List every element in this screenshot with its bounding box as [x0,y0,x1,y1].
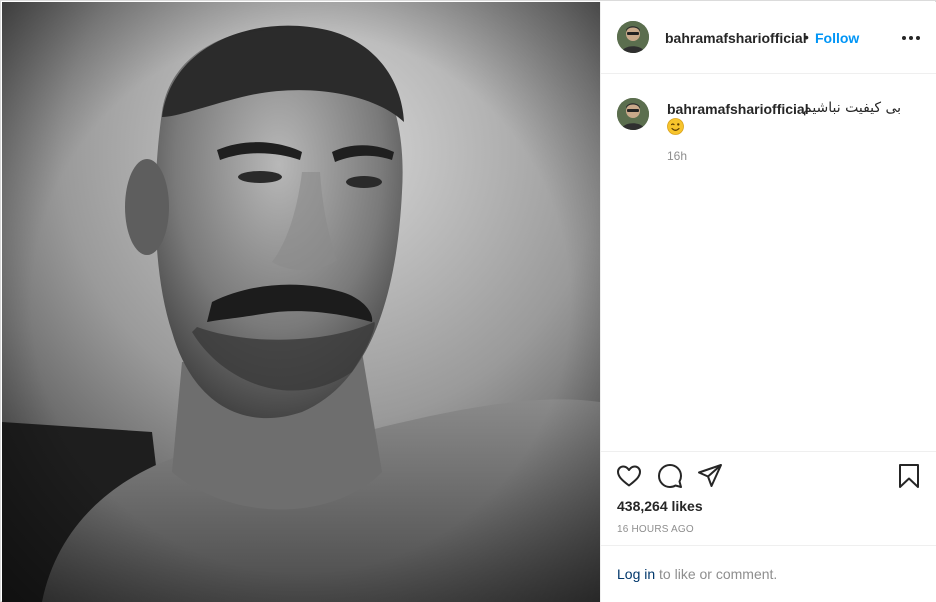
comment-icon[interactable] [656,462,684,490]
avatar-image [617,98,649,130]
wink-emoji-icon [667,118,684,135]
bookmark-icon[interactable] [895,462,923,490]
follow-separator: • [804,29,809,45]
more-options-icon[interactable] [899,28,923,48]
caption-text: بی کیفیت نباشیم [803,100,902,116]
post-actions: 438,264 likes 16 HOURS AGO [601,451,936,545]
caption-username[interactable]: bahramafshariofficial [667,101,809,117]
caption-comment: bahramafshariofficial بی کیفیت نباشیم 16… [601,74,936,174]
login-prompt: Log in to like or comment. [601,545,936,602]
post-header: bahramafshariofficial • Follow [601,2,936,74]
follow-button[interactable]: Follow [815,30,859,46]
post-side-panel: bahramafshariofficial • Follow bahramafs… [600,2,936,602]
comment-age[interactable]: 16h [667,149,687,163]
avatar[interactable] [617,21,649,53]
post-container: bahramafshariofficial • Follow bahramafs… [0,0,936,602]
likes-count[interactable]: 438,264 likes [617,498,703,514]
heart-icon[interactable] [615,462,643,490]
post-photo[interactable] [2,2,600,602]
share-icon[interactable] [696,462,724,490]
post-timestamp[interactable]: 16 HOURS AGO [617,524,694,535]
login-suffix: to like or comment. [655,566,778,582]
post-photo-image [2,2,600,602]
avatar-image [617,21,649,53]
avatar[interactable] [617,98,649,130]
login-link[interactable]: Log in [617,566,655,582]
header-username[interactable]: bahramafshariofficial [665,30,807,46]
login-prompt-text: Log in to like or comment. [617,566,777,582]
